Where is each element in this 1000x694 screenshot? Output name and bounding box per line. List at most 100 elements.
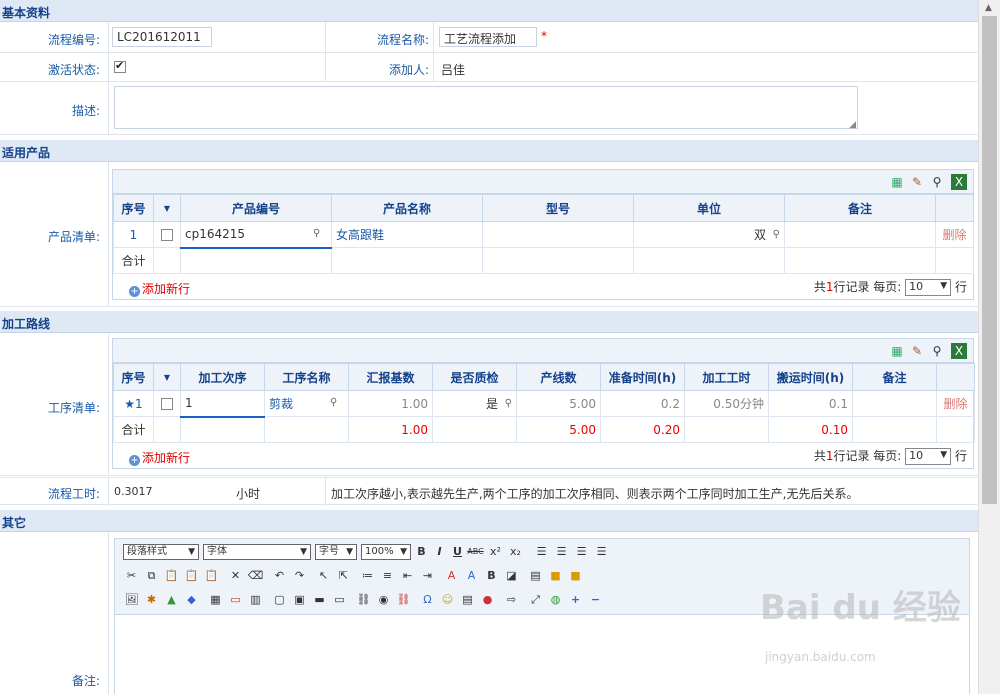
col-menu-icon[interactable]: ▼ bbox=[153, 363, 181, 391]
select-all-icon[interactable]: ⇱ bbox=[335, 567, 352, 584]
align-left-icon[interactable]: ☰ bbox=[533, 543, 550, 560]
search-icon[interactable]: ⚲ bbox=[313, 228, 327, 242]
table-col-icon[interactable]: ▥ bbox=[247, 591, 264, 608]
align-right-icon[interactable]: ☰ bbox=[573, 543, 590, 560]
template-icon[interactable]: ▣ bbox=[291, 591, 308, 608]
table-row[interactable]: ★1 1 剪裁 ⚲ 1.00 是 ⚲ 5.00 0.2 0.50分钟 0.1 删除 bbox=[113, 390, 975, 418]
date-icon[interactable]: ▤ bbox=[459, 591, 476, 608]
delete-link[interactable]: 删除 bbox=[936, 390, 975, 417]
marquee-icon[interactable]: ▭ bbox=[331, 591, 348, 608]
page-size-select[interactable]: 10 ▼ bbox=[905, 448, 952, 465]
flow-name-input[interactable]: 工艺流程添加 bbox=[439, 27, 537, 47]
table-row-icon[interactable]: ▭ bbox=[227, 591, 244, 608]
indent-icon[interactable]: ⇥ bbox=[419, 567, 436, 584]
paste-word-icon[interactable]: 📋 bbox=[203, 567, 220, 584]
row-checkbox[interactable] bbox=[161, 229, 173, 241]
col-menu-icon[interactable]: ▼ bbox=[153, 194, 181, 222]
paste-icon[interactable]: 📋 bbox=[163, 567, 180, 584]
image-icon[interactable]: 🖼 bbox=[123, 591, 140, 608]
align-justify-icon[interactable]: ☰ bbox=[593, 543, 610, 560]
row-checkbox[interactable] bbox=[161, 398, 173, 410]
unordered-list-icon[interactable]: ≡ bbox=[379, 567, 396, 584]
cell-lines[interactable]: 5.00 bbox=[516, 390, 601, 417]
anchor-icon[interactable]: ◆ bbox=[183, 591, 200, 608]
excel-icon[interactable]: X bbox=[951, 343, 967, 359]
cell-code[interactable]: cp164215 ⚲ bbox=[180, 221, 332, 249]
search-icon[interactable]: ⚲ bbox=[330, 397, 344, 411]
font-color-icon[interactable]: A bbox=[443, 567, 460, 584]
find-icon[interactable]: ⚲ bbox=[929, 343, 945, 359]
globe-link-icon[interactable]: ◉ bbox=[375, 591, 392, 608]
media-icon[interactable]: ▲ bbox=[163, 591, 180, 608]
link-icon[interactable]: ⛓ bbox=[355, 591, 372, 608]
paste-text-icon[interactable]: 📋 bbox=[183, 567, 200, 584]
bold-color-icon[interactable]: B bbox=[483, 567, 500, 584]
superscript-icon[interactable]: x² bbox=[487, 543, 504, 560]
cell-remark[interactable] bbox=[784, 221, 936, 248]
layer-icon[interactable]: ■ bbox=[547, 567, 564, 584]
vertical-scrollbar[interactable]: ▲ bbox=[978, 0, 1000, 694]
cell-unit[interactable]: 双 ⚲ bbox=[633, 221, 785, 248]
add-row-button[interactable]: + 添加新行 bbox=[129, 449, 190, 466]
delete-link[interactable]: 删除 bbox=[935, 221, 974, 248]
globe-icon[interactable]: ◍ bbox=[547, 591, 564, 608]
special-char-icon[interactable]: Ω bbox=[419, 591, 436, 608]
outdent-icon[interactable]: ⇤ bbox=[399, 567, 416, 584]
italic-icon[interactable]: I bbox=[431, 543, 448, 560]
cell-model[interactable] bbox=[482, 221, 634, 248]
edit-icon[interactable]: ✎ bbox=[909, 174, 925, 190]
add-row-button[interactable]: + 添加新行 bbox=[129, 280, 190, 297]
active-checkbox[interactable] bbox=[114, 59, 126, 73]
cell-work[interactable]: 0.50分钟 bbox=[684, 390, 769, 417]
ordered-list-icon[interactable]: ≔ bbox=[359, 567, 376, 584]
paragraph-style-select[interactable]: 段落样式 ▼ bbox=[123, 544, 199, 560]
scrollbar-thumb[interactable] bbox=[982, 16, 997, 504]
find-icon[interactable]: ⚲ bbox=[929, 174, 945, 190]
unlink-icon[interactable]: ⛓ bbox=[395, 591, 412, 608]
subscript-icon[interactable]: x₂ bbox=[507, 543, 524, 560]
table-row[interactable]: 1 cp164215 ⚲ 女高跟鞋 双 ⚲ 删除 bbox=[113, 221, 974, 249]
copy-icon[interactable]: ⧉ bbox=[143, 567, 160, 584]
highlight-icon[interactable]: A bbox=[463, 567, 480, 584]
select-icon[interactable]: ↖ bbox=[315, 567, 332, 584]
import-icon[interactable]: ▦ bbox=[889, 174, 905, 190]
fullscreen-icon[interactable]: ⤢ bbox=[527, 591, 544, 608]
collapse-icon[interactable]: − bbox=[587, 591, 604, 608]
align-center-icon[interactable]: ☰ bbox=[553, 543, 570, 560]
flash-icon[interactable]: ✱ bbox=[143, 591, 160, 608]
delete-icon[interactable]: ✕ bbox=[227, 567, 244, 584]
import-icon[interactable]: ▦ bbox=[889, 343, 905, 359]
edit-icon[interactable]: ✎ bbox=[909, 343, 925, 359]
cell-process-name[interactable]: 剪裁 ⚲ bbox=[264, 390, 349, 417]
flow-no-input[interactable]: LC201612011 bbox=[112, 27, 212, 47]
emoticon-icon[interactable]: ☺ bbox=[439, 591, 456, 608]
cell-remark[interactable] bbox=[852, 390, 937, 417]
cell-order[interactable]: 1 bbox=[180, 390, 265, 418]
cell-base[interactable]: 1.00 bbox=[348, 390, 433, 417]
cell-prep[interactable]: 0.2 bbox=[600, 390, 685, 417]
page-break-icon[interactable]: ▢ bbox=[271, 591, 288, 608]
table-icon[interactable]: ▦ bbox=[207, 591, 224, 608]
background-color-icon[interactable]: ◪ bbox=[503, 567, 520, 584]
cell-move[interactable]: 0.1 bbox=[768, 390, 853, 417]
layer-copy-icon[interactable]: ■ bbox=[567, 567, 584, 584]
excel-icon[interactable]: X bbox=[951, 174, 967, 190]
page-size-select[interactable]: 10 ▼ bbox=[905, 279, 952, 296]
export-icon[interactable]: ⇨ bbox=[503, 591, 520, 608]
bug-icon[interactable]: ● bbox=[479, 591, 496, 608]
strikethrough-icon[interactable]: ABC bbox=[467, 543, 484, 560]
font-size-select[interactable]: 字号 ▼ bbox=[315, 544, 357, 560]
horizontal-rule-icon[interactable]: ▬ bbox=[311, 591, 328, 608]
font-select[interactable]: 字体 ▼ bbox=[203, 544, 311, 560]
search-icon[interactable]: ⚲ bbox=[766, 229, 780, 243]
bold-icon[interactable]: B bbox=[413, 543, 430, 560]
cell-qc[interactable]: 是 ⚲ bbox=[432, 390, 517, 417]
resize-handle-icon[interactable]: ◢ bbox=[849, 120, 856, 130]
undo-icon[interactable]: ↶ bbox=[271, 567, 288, 584]
cut-icon[interactable]: ✂ bbox=[123, 567, 140, 584]
desc-textarea[interactable]: ◢ bbox=[114, 86, 858, 130]
eraser-icon[interactable]: ⌫ bbox=[247, 567, 264, 584]
border-icon[interactable]: ▤ bbox=[527, 567, 544, 584]
underline-icon[interactable]: U bbox=[449, 543, 466, 560]
scroll-up-icon[interactable]: ▲ bbox=[985, 3, 992, 13]
